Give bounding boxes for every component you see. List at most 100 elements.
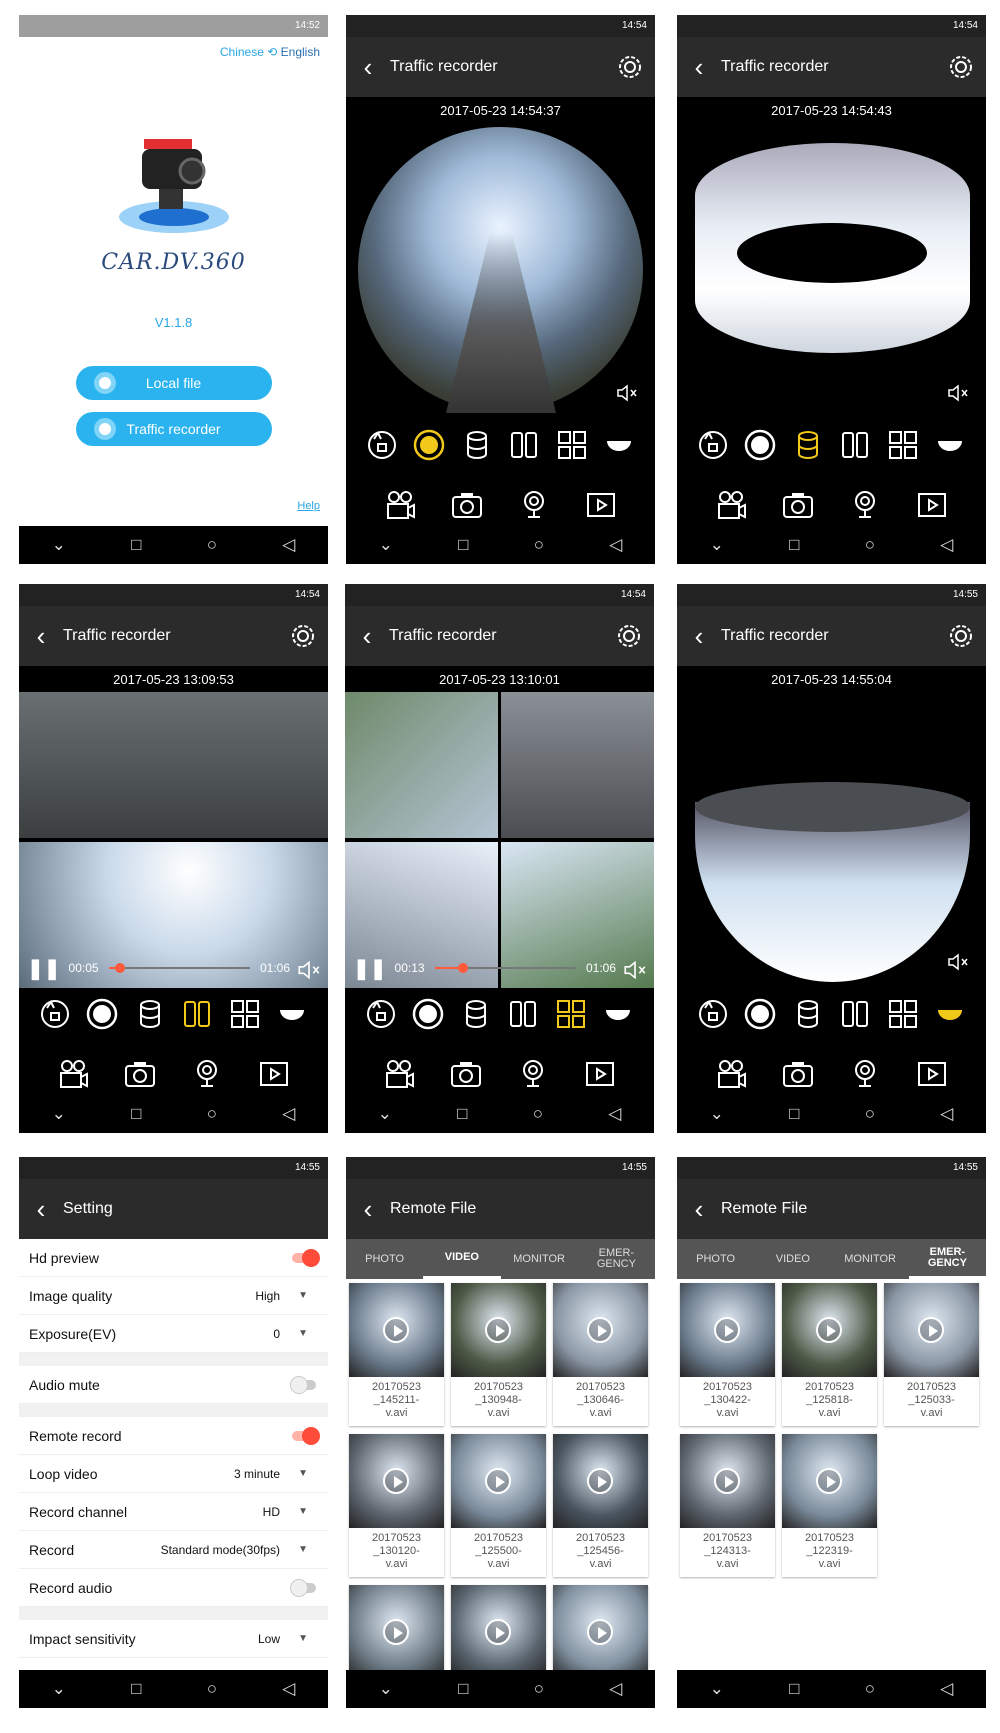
dropdown-arrow-icon[interactable]: ▼ <box>298 1328 308 1339</box>
hide-nav-icon[interactable]: ⌄ <box>710 535 724 555</box>
progress-handle[interactable] <box>457 963 468 973</box>
playback-timeline[interactable]: ❚❚ 00:13 01:06 <box>345 948 654 988</box>
webcam-icon[interactable] <box>189 1056 225 1092</box>
quad-view-icon[interactable] <box>885 996 921 1032</box>
rotate-lock-icon[interactable] <box>37 996 73 1032</box>
record-video-icon[interactable] <box>382 487 418 523</box>
help-link[interactable]: Help <box>297 500 320 512</box>
tab-photo[interactable]: PHOTO <box>346 1239 423 1279</box>
record-video-icon[interactable] <box>381 1056 417 1092</box>
gear-icon[interactable] <box>288 621 318 651</box>
toggle-switch[interactable] <box>290 1578 316 1597</box>
bowl-view-icon[interactable] <box>932 427 968 463</box>
play-icon[interactable] <box>587 1619 613 1645</box>
play-icon[interactable] <box>714 1468 740 1494</box>
home-icon[interactable]: ○ <box>534 1679 544 1699</box>
back-icon[interactable]: ‹ <box>346 1179 390 1239</box>
playback-icon[interactable] <box>914 487 950 523</box>
camera-preview[interactable] <box>345 692 654 988</box>
cylinder-view-icon[interactable] <box>132 996 168 1032</box>
record-mode-icon[interactable] <box>742 427 778 463</box>
snapshot-icon[interactable] <box>122 1056 158 1092</box>
cylinder-view-icon[interactable] <box>790 996 826 1032</box>
record-mode-icon[interactable] <box>84 996 120 1032</box>
record-video-icon[interactable] <box>713 487 749 523</box>
file-card[interactable]: 20170523 _130948- v.avi <box>451 1283 546 1426</box>
home-icon[interactable]: ○ <box>207 1104 217 1124</box>
hide-nav-icon[interactable]: ⌄ <box>710 1104 724 1124</box>
playback-icon[interactable] <box>256 1056 292 1092</box>
recents-icon[interactable]: □ <box>789 535 799 555</box>
language-toggle[interactable]: Chinese ⟲ English <box>19 37 328 59</box>
recents-icon[interactable]: □ <box>131 535 141 555</box>
split-view-icon[interactable] <box>505 996 541 1032</box>
setting-row[interactable]: Record Standard mode(30fps) ▼ <box>19 1531 328 1569</box>
hide-nav-icon[interactable]: ⌄ <box>710 1679 724 1699</box>
bowl-view-icon[interactable] <box>274 996 310 1032</box>
back-nav-icon[interactable]: ◁ <box>940 1679 953 1699</box>
play-icon[interactable] <box>587 1468 613 1494</box>
home-icon[interactable]: ○ <box>865 1679 875 1699</box>
file-card[interactable]: 20170523 _125500- v.avi <box>451 1434 546 1577</box>
setting-row[interactable]: Audio mute <box>19 1366 328 1404</box>
back-nav-icon[interactable]: ◁ <box>609 1679 622 1699</box>
toggle-switch[interactable] <box>292 1426 320 1445</box>
playback-icon[interactable] <box>583 487 619 523</box>
snapshot-icon[interactable] <box>448 1056 484 1092</box>
pause-icon[interactable]: ❚❚ <box>353 956 387 981</box>
mute-icon[interactable] <box>615 381 639 405</box>
file-card[interactable]: 20170523 _145211- v.avi <box>349 1283 444 1426</box>
recents-icon[interactable]: □ <box>789 1104 799 1124</box>
tab-photo[interactable]: PHOTO <box>677 1239 754 1279</box>
recents-icon[interactable]: □ <box>131 1679 141 1699</box>
back-nav-icon[interactable]: ◁ <box>282 1104 295 1124</box>
play-icon[interactable] <box>383 1468 409 1494</box>
playback-icon[interactable] <box>582 1056 618 1092</box>
gear-icon[interactable] <box>615 52 645 82</box>
hide-nav-icon[interactable]: ⌄ <box>379 535 393 555</box>
playback-icon[interactable] <box>914 1056 950 1092</box>
back-icon[interactable]: ‹ <box>346 37 390 97</box>
play-icon[interactable] <box>485 1317 511 1343</box>
play-icon[interactable] <box>383 1619 409 1645</box>
back-nav-icon[interactable]: ◁ <box>609 535 622 555</box>
snapshot-icon[interactable] <box>780 487 816 523</box>
mute-icon[interactable] <box>946 950 970 974</box>
quad-view-icon[interactable] <box>553 996 589 1032</box>
gear-icon[interactable] <box>946 621 976 651</box>
dropdown-arrow-icon[interactable]: ▼ <box>298 1468 308 1479</box>
hide-nav-icon[interactable]: ⌄ <box>379 1679 393 1699</box>
setting-row[interactable]: Hd preview <box>19 1239 328 1277</box>
record-mode-icon[interactable] <box>410 996 446 1032</box>
dropdown-arrow-icon[interactable]: ▼ <box>298 1544 308 1555</box>
snapshot-icon[interactable] <box>780 1056 816 1092</box>
cylinder-view-icon[interactable] <box>458 996 494 1032</box>
local-file-button[interactable]: Local file <box>75 366 272 400</box>
quad-view-icon[interactable] <box>554 427 590 463</box>
play-icon[interactable] <box>816 1317 842 1343</box>
play-icon[interactable] <box>816 1468 842 1494</box>
camera-preview[interactable] <box>677 123 986 419</box>
mute-icon[interactable] <box>622 957 648 980</box>
recents-icon[interactable]: □ <box>789 1679 799 1699</box>
record-video-icon[interactable] <box>713 1056 749 1092</box>
file-card[interactable]: 20170523 _125033- v.avi <box>884 1283 979 1426</box>
hide-nav-icon[interactable]: ⌄ <box>52 535 66 555</box>
back-icon[interactable]: ‹ <box>677 1179 721 1239</box>
home-icon[interactable]: ○ <box>533 1104 543 1124</box>
back-icon[interactable]: ‹ <box>677 606 721 666</box>
webcam-icon[interactable] <box>847 1056 883 1092</box>
gear-icon[interactable] <box>614 621 644 651</box>
recents-icon[interactable]: □ <box>457 1104 467 1124</box>
camera-preview[interactable] <box>677 692 986 988</box>
quad-view-icon[interactable] <box>885 427 921 463</box>
progress-bar[interactable] <box>434 963 576 973</box>
split-view-icon[interactable] <box>179 996 215 1032</box>
hide-nav-icon[interactable]: ⌄ <box>52 1104 66 1124</box>
toggle-switch[interactable] <box>290 1375 316 1394</box>
toggle-switch[interactable] <box>292 1248 320 1267</box>
file-card[interactable]: 20170523 _130646- v.avi <box>553 1283 648 1426</box>
back-nav-icon[interactable]: ◁ <box>608 1104 621 1124</box>
rotate-lock-icon[interactable] <box>695 996 731 1032</box>
back-icon[interactable]: ‹ <box>19 606 63 666</box>
